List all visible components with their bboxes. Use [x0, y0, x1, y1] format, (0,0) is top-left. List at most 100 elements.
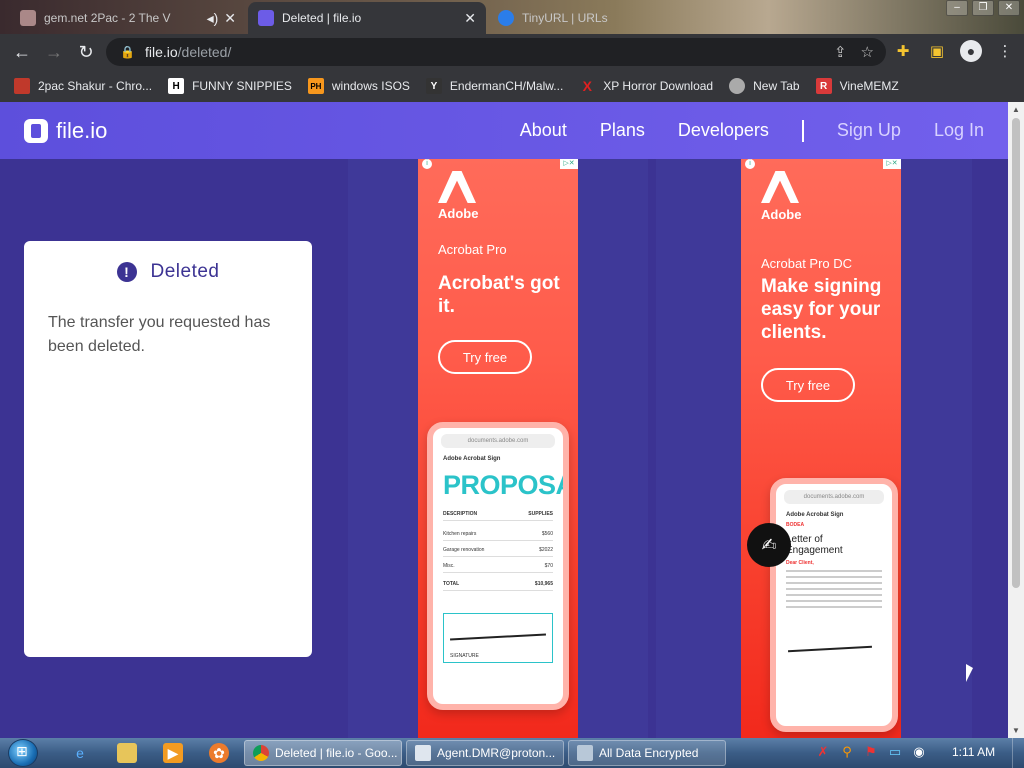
ad-close-icon[interactable]: ▷✕: [883, 159, 901, 169]
nav-signup[interactable]: Sign Up: [837, 120, 901, 141]
signature-scribble: [788, 645, 872, 653]
close-icon[interactable]: ✕: [464, 10, 476, 27]
start-button[interactable]: [8, 739, 38, 767]
scroll-thumb[interactable]: [1012, 118, 1020, 588]
ad-headline: Make signing easy for your clients.: [761, 276, 882, 343]
doc-row-label: Misc.: [443, 563, 455, 569]
minimize-icon[interactable]: –: [946, 0, 968, 16]
bookmark-label: FUNNY SNIPPIES: [192, 79, 292, 93]
system-tray: ✗ ⚲ ⚑ ▭ ◉: [814, 742, 928, 762]
ad-choices-icon[interactable]: i: [422, 159, 432, 169]
show-desktop-button[interactable]: [1012, 738, 1024, 768]
taskbar-item-encrypted[interactable]: All Data Encrypted: [568, 740, 726, 766]
close-icon[interactable]: ✕: [224, 10, 236, 27]
letter-title: Letter of Engagement: [786, 534, 843, 556]
phone-url: documents.adobe.com: [784, 490, 884, 504]
app-shortcut-icon[interactable]: ✿: [209, 743, 229, 763]
tray-flag-icon[interactable]: ⚑: [862, 742, 880, 762]
adobe-ad-1[interactable]: i ▷✕ Adobe Acrobat Pro Acrobat's got it.…: [418, 159, 578, 738]
bookmark-star-icon[interactable]: ☆: [861, 43, 874, 61]
ad-phone-mockup: documents.adobe.com Adobe Acrobat Sign P…: [427, 422, 569, 710]
tray-volume-icon[interactable]: ◉: [910, 742, 928, 762]
site-header: file.io About Plans Developers Sign Up L…: [0, 102, 1008, 159]
bookmark-windows-isos[interactable]: PH windows ISOS: [307, 78, 410, 94]
nav-about[interactable]: About: [520, 120, 567, 141]
text-line: [786, 600, 882, 602]
tab-file-io[interactable]: Deleted | file.io ✕: [248, 2, 486, 34]
ad-try-free-button[interactable]: Try free: [761, 368, 855, 402]
letter-greeting: Dear Client,: [786, 560, 814, 566]
card-title: Deleted: [150, 261, 220, 282]
ad-choices-icon[interactable]: i: [745, 159, 755, 169]
text-line: [786, 588, 882, 590]
extensions-icon[interactable]: ✚: [892, 38, 914, 64]
tab-title: Deleted | file.io: [282, 11, 362, 25]
tray-network-icon[interactable]: ▭: [886, 742, 904, 762]
address-bar[interactable]: 🔒 file.io/deleted/ ⇪ ☆: [106, 38, 886, 66]
media-player-icon[interactable]: ▶: [163, 743, 183, 763]
lock-icon[interactable]: 🔒: [120, 45, 135, 59]
mouse-cursor-icon: [966, 664, 973, 682]
share-icon[interactable]: ⇪: [834, 43, 847, 61]
bookmark-favicon-icon: Y: [425, 78, 442, 94]
tray-app-icon[interactable]: ✗: [814, 742, 832, 762]
taskbar-item-notepad[interactable]: Agent.DMR@proton...: [406, 740, 564, 766]
scroll-up-icon[interactable]: ▲: [1012, 105, 1020, 114]
bookmark-endermanch[interactable]: Y EndermanCH/Malw...: [425, 78, 564, 94]
phone-app-name: Adobe Acrobat Sign: [786, 512, 844, 518]
bookmark-funny-snippies[interactable]: H FUNNY SNIPPIES: [168, 78, 292, 94]
side-panel-icon[interactable]: ▣: [926, 38, 948, 64]
tinyurl-favicon-icon: [498, 10, 514, 26]
proposal-title: PROPOSAL: [443, 470, 563, 500]
nav-login[interactable]: Log In: [934, 120, 984, 141]
signature-scribble: [450, 633, 546, 641]
bookmark-label: 2pac Shakur - Chro...: [38, 79, 153, 93]
window-icon: [577, 745, 593, 761]
adobe-ad-2[interactable]: i ▷✕ Adobe Acrobat Pro DC Make signing e…: [741, 159, 901, 738]
bookmark-xp-horror[interactable]: X XP Horror Download: [579, 78, 714, 94]
taskbar-clock[interactable]: 1:11 AM: [952, 745, 995, 759]
bookmark-favicon-icon: [14, 78, 30, 94]
tab-title: gem.net 2Pac - 2 The V: [44, 11, 171, 25]
speaker-icon[interactable]: ◂): [207, 10, 219, 27]
window-close-icon[interactable]: ✕: [998, 0, 1020, 16]
text-line: [786, 594, 882, 596]
site-logo[interactable]: file.io: [24, 118, 107, 144]
taskbar-item-chrome[interactable]: Deleted | file.io - Goo...: [244, 740, 402, 766]
maximize-icon[interactable]: ❐: [972, 0, 994, 16]
menu-kebab-icon[interactable]: ⋮: [994, 38, 1016, 64]
bookmarks-bar: 2pac Shakur - Chro... H FUNNY SNIPPIES P…: [0, 70, 1024, 102]
text-line: [786, 606, 882, 608]
back-icon[interactable]: ←: [6, 36, 38, 68]
ad-product: Acrobat Pro: [438, 242, 507, 257]
tab-2pac[interactable]: gem.net 2Pac - 2 The V ◂) ✕: [10, 2, 246, 34]
bookmark-new-tab[interactable]: New Tab: [729, 78, 800, 94]
page-scrollbar[interactable]: ▲ ▼: [1008, 102, 1024, 738]
nav-plans[interactable]: Plans: [600, 120, 645, 141]
internet-explorer-icon[interactable]: e: [70, 743, 90, 763]
file-explorer-icon[interactable]: [117, 743, 137, 763]
bookmark-vinememz[interactable]: R VineMEMZ: [815, 78, 899, 94]
doc-col-supplies: SUPPLIES: [528, 511, 553, 517]
ad-close-icon[interactable]: ▷✕: [560, 159, 578, 169]
doc-row-value: $70: [544, 563, 553, 569]
forward-icon[interactable]: →: [38, 36, 70, 68]
ad-try-free-button[interactable]: Try free: [438, 340, 532, 374]
card-message: The transfer you requested has been dele…: [48, 314, 271, 355]
doc-total-value: $10,965: [534, 581, 553, 587]
ad-brand: Adobe: [761, 207, 802, 222]
scroll-down-icon[interactable]: ▼: [1012, 726, 1020, 735]
tray-search-icon[interactable]: ⚲: [838, 742, 856, 762]
bookmark-favicon-icon: R: [815, 78, 832, 94]
tab-tinyurl[interactable]: TinyURL | URLs: [488, 2, 638, 34]
bookmark-label: EndermanCH/Malw...: [449, 79, 564, 93]
nav-developers[interactable]: Developers: [678, 120, 769, 141]
browser-toolbar: ← → ↻ 🔒 file.io/deleted/ ⇪ ☆ ✚ ▣ ● ⋮: [0, 34, 1024, 70]
profile-avatar[interactable]: ●: [960, 40, 982, 62]
bookmark-label: VineMEMZ: [839, 79, 899, 93]
bookmark-favicon-icon: H: [168, 78, 185, 94]
file-io-favicon-icon: [258, 10, 274, 26]
bookmark-favicon-icon: PH: [307, 78, 324, 94]
bookmark-2pac[interactable]: 2pac Shakur - Chro...: [14, 78, 152, 94]
reload-icon[interactable]: ↻: [70, 36, 102, 68]
